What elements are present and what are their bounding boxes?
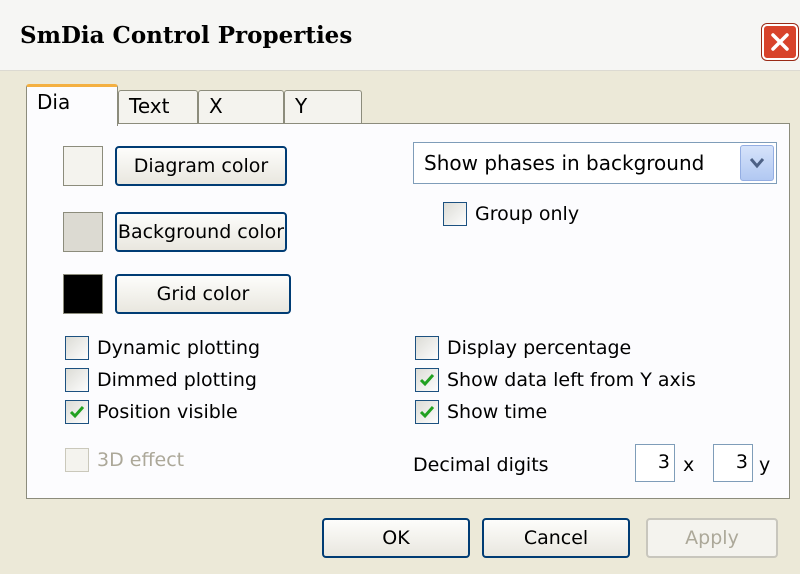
tab-label: Y [295,94,308,118]
checkmark-icon [419,374,435,387]
phases-dropdown[interactable]: Show phases in background [413,142,777,184]
decimal-y-label: y [759,454,771,476]
checkbox-label: 3D effect [97,449,185,471]
tab-dia[interactable]: Dia [26,84,118,126]
checkbox-box[interactable] [415,400,439,424]
checkbox-label: Show time [447,401,548,423]
checkbox-label: Dynamic plotting [97,337,261,359]
cancel-button[interactable]: Cancel [482,518,630,558]
display-percentage-checkbox[interactable]: Display percentage [415,336,631,360]
checkbox-label: Group only [475,203,580,225]
position-visible-checkbox[interactable]: Position visible [65,400,238,424]
checkbox-label: Dimmed plotting [97,369,257,391]
checkbox-label: Display percentage [447,337,632,359]
background-color-button[interactable]: Background color [115,212,287,252]
checkmark-icon [69,406,85,419]
close-icon [771,33,789,51]
diagram-color-button[interactable]: Diagram color [115,146,287,186]
properties-dialog: SmDia Control Properties Dia Text X Y Di… [0,0,800,574]
tab-label: Text [129,94,170,118]
group-only-checkbox[interactable]: Group only [443,202,579,226]
decimal-x-input[interactable]: 3 [635,444,675,482]
dimmed-plotting-checkbox[interactable]: Dimmed plotting [65,368,257,392]
checkbox-box[interactable] [415,368,439,392]
tab-label: X [209,94,223,118]
dropdown-arrow-button[interactable] [740,145,774,181]
checkbox-box[interactable] [65,400,89,424]
dropdown-selected-value: Show phases in background [424,151,705,175]
show-data-left-checkbox[interactable]: Show data left from Y axis [415,368,696,392]
checkbox-label: Position visible [97,401,238,423]
checkbox-box[interactable] [443,202,467,226]
diagram-color-swatch [63,146,103,186]
window-title: SmDia Control Properties [20,22,353,49]
checkbox-box [65,448,89,472]
apply-button: Apply [646,518,778,558]
checkmark-icon [419,406,435,419]
decimal-x-label: x [683,454,695,476]
checkbox-label: Show data left from Y axis [447,369,696,391]
show-time-checkbox[interactable]: Show time [415,400,547,424]
tab-label: Dia [37,90,71,114]
tab-panel-dia: Diagram color Background color Grid colo… [26,123,790,499]
grid-color-button[interactable]: Grid color [115,274,291,314]
checkbox-box[interactable] [65,336,89,360]
checkbox-box[interactable] [65,368,89,392]
decimal-digits-label: Decimal digits [413,454,549,476]
ok-button[interactable]: OK [322,518,470,558]
3d-effect-checkbox: 3D effect [65,448,184,472]
chevron-down-icon [750,158,764,169]
title-bar[interactable]: SmDia Control Properties [0,0,800,71]
tab-y[interactable]: Y [284,90,362,124]
background-color-swatch [63,212,103,252]
close-button[interactable] [762,24,798,60]
checkbox-box[interactable] [415,336,439,360]
dynamic-plotting-checkbox[interactable]: Dynamic plotting [65,336,260,360]
decimal-y-input[interactable]: 3 [713,444,753,482]
grid-color-swatch [63,274,103,314]
tab-text[interactable]: Text [118,90,198,124]
tab-x[interactable]: X [198,90,284,124]
